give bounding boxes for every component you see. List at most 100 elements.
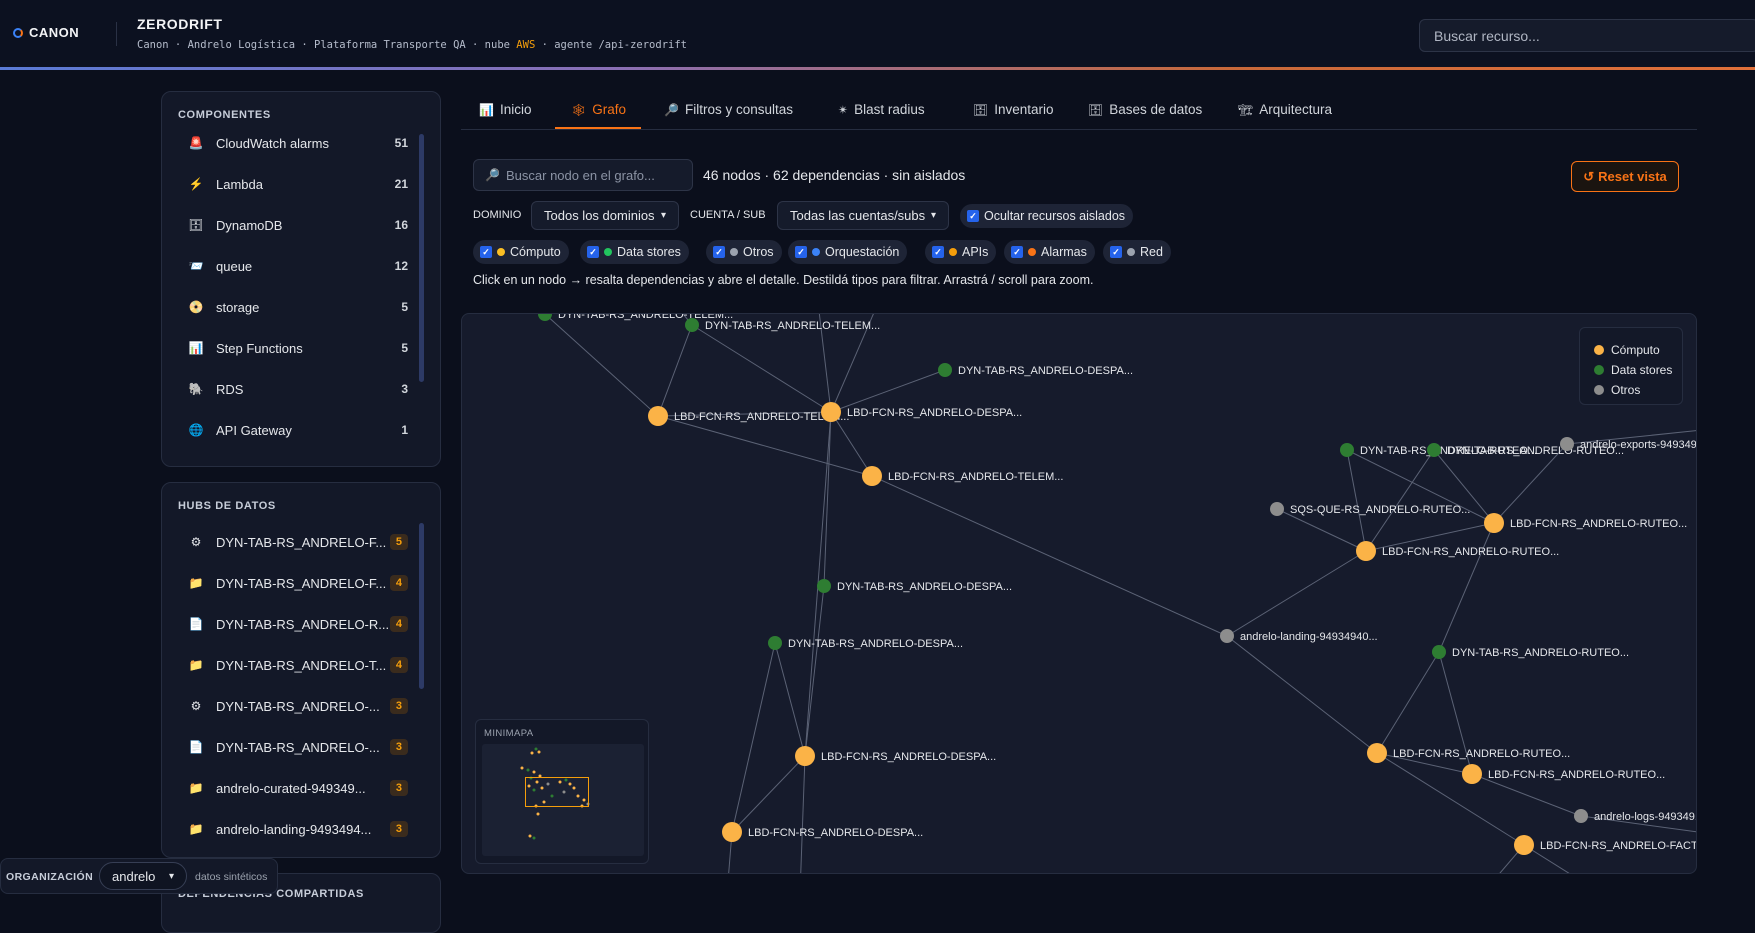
- graph-node[interactable]: LBD-FCN-RS_ANDRELO-FACTU...: [1514, 835, 1697, 855]
- hub-item[interactable]: 📁 DYN-TAB-RS_ANDRELO-T... 4: [188, 655, 408, 675]
- checkbox-checked-icon[interactable]: ✓: [587, 246, 599, 258]
- minimap-node: [526, 768, 530, 772]
- component-item[interactable]: 🐘 RDS 3: [188, 379, 408, 399]
- graph-node-circle[interactable]: [817, 579, 831, 593]
- checkbox-checked-icon[interactable]: ✓: [713, 246, 725, 258]
- graph-node-circle[interactable]: [722, 822, 742, 842]
- component-item[interactable]: 📊 Step Functions 5: [188, 338, 408, 358]
- graph-node[interactable]: DYN-TAB-RS_ANDRELO-DESPA...: [768, 636, 963, 650]
- type-filter-otros[interactable]: ✓ Otros: [706, 240, 782, 264]
- component-item[interactable]: 🚨 CloudWatch alarms 51: [188, 133, 408, 153]
- account-select[interactable]: Todas las cuentas/subs ▾: [777, 201, 949, 230]
- graph-node-circle[interactable]: [1432, 645, 1446, 659]
- graph-node-circle[interactable]: [938, 363, 952, 377]
- graph-node-circle[interactable]: [685, 318, 699, 332]
- graph-node[interactable]: andrelo-logs-949349...: [1574, 809, 1697, 823]
- type-filter-data-stores[interactable]: ✓ Data stores: [580, 240, 689, 264]
- graph-node[interactable]: DYN-TAB-RS_ANDRELO-TELEM...: [538, 314, 733, 321]
- graph-node[interactable]: andrelo-landing-94934940...: [1220, 629, 1378, 643]
- graph-node[interactable]: LBD-FCN-RS_ANDRELO-RUTEO...: [1484, 513, 1687, 533]
- tab-icon: 🗄: [973, 102, 989, 117]
- type-filter-alarmas[interactable]: ✓ Alarmas: [1004, 240, 1095, 264]
- organization-select[interactable]: andrelo ▾: [99, 862, 187, 890]
- checkbox-checked-icon[interactable]: ✓: [967, 210, 979, 222]
- minimap-node: [520, 766, 524, 770]
- graph-node[interactable]: LBD-FCN-RS_ANDRELO-RUTEO...: [1356, 541, 1559, 561]
- graph-node-circle[interactable]: [1560, 437, 1574, 451]
- hubs-scrollbar[interactable]: [419, 523, 424, 689]
- brand[interactable]: CANON: [13, 25, 79, 40]
- hub-item[interactable]: ⚙ DYN-TAB-RS_ANDRELO-... 3: [188, 696, 408, 716]
- reset-view-button[interactable]: ↺ Reset vista: [1571, 161, 1679, 192]
- hub-item[interactable]: 📄 DYN-TAB-RS_ANDRELO-... 3: [188, 737, 408, 757]
- graph-node[interactable]: LBD-FCN-RS_ANDRELO-DESPA...: [722, 822, 923, 842]
- minimap-title: MINIMAPA: [484, 728, 534, 739]
- tab-blast-radius[interactable]: ✴ Blast radius: [838, 102, 925, 117]
- component-item[interactable]: ⚡ Lambda 21: [188, 174, 408, 194]
- tab-arquitectura[interactable]: 🏗 Arquitectura: [1238, 102, 1332, 117]
- hub-item[interactable]: 📁 andrelo-curated-949349... 3: [188, 778, 408, 798]
- graph-node-circle[interactable]: [648, 406, 668, 426]
- graph-node[interactable]: LBD-FCN-RS_ANDRELO-TELEM...: [648, 406, 849, 426]
- brand-name: CANON: [29, 25, 80, 40]
- tab-filtros-y-consultas[interactable]: 🔎 Filtros y consultas: [664, 102, 793, 117]
- domain-select[interactable]: Todos los dominios ▾: [531, 201, 679, 230]
- hub-label: DYN-TAB-RS_ANDRELO-R...: [216, 616, 390, 632]
- graph-node-circle[interactable]: [1340, 443, 1354, 457]
- hub-item[interactable]: 📁 andrelo-landing-9493494... 3: [188, 819, 408, 839]
- hub-item[interactable]: 📄 DYN-TAB-RS_ANDRELO-R... 4: [188, 614, 408, 634]
- component-item[interactable]: 📀 storage 5: [188, 297, 408, 317]
- graph-node[interactable]: andrelo-exports-949349...: [1560, 437, 1697, 451]
- type-filter-orquestación[interactable]: ✓ Orquestación: [788, 240, 908, 264]
- checkbox-checked-icon[interactable]: ✓: [932, 246, 944, 258]
- checkbox-checked-icon[interactable]: ✓: [795, 246, 807, 258]
- graph-node[interactable]: DYN-TAB-RS_ANDRELO-TELEM...: [685, 318, 880, 332]
- hide-isolated-toggle[interactable]: ✓ Ocultar recursos aislados: [960, 204, 1134, 228]
- graph-node-circle[interactable]: [862, 466, 882, 486]
- graph-node-circle[interactable]: [1270, 502, 1284, 516]
- hub-item[interactable]: ⚙ DYN-TAB-RS_ANDRELO-F... 5: [188, 532, 408, 552]
- graph-node[interactable]: LBD-FCN-RS_ANDRELO-DESPA...: [795, 746, 996, 766]
- hub-item[interactable]: 📁 DYN-TAB-RS_ANDRELO-F... 4: [188, 573, 408, 593]
- resource-search-input[interactable]: [1419, 19, 1755, 52]
- component-item[interactable]: 📨 queue 12: [188, 256, 408, 276]
- graph-node[interactable]: LBD-FCN-RS_ANDRELO-TELEM...: [862, 466, 1063, 486]
- minimap[interactable]: MINIMAPA: [475, 719, 649, 864]
- graph-node-circle[interactable]: [1367, 743, 1387, 763]
- graph-node-circle[interactable]: [538, 314, 552, 321]
- graph-node-circle[interactable]: [1514, 835, 1534, 855]
- tab-grafo[interactable]: 🕸 Grafo: [571, 102, 626, 117]
- checkbox-checked-icon[interactable]: ✓: [1011, 246, 1023, 258]
- graph-node-circle[interactable]: [1462, 764, 1482, 784]
- graph-node-circle[interactable]: [1484, 513, 1504, 533]
- dependency-graph[interactable]: DYN-TAB-RS_ANDRELO-TELEM... DYN-TAB-RS_AN…: [461, 313, 1697, 874]
- minimap-viewport[interactable]: [525, 777, 589, 807]
- graph-node-label: DYN-TAB-RS_ANDRELO-TELEM...: [705, 320, 880, 332]
- minimap-canvas[interactable]: [482, 744, 644, 856]
- node-search-input[interactable]: [473, 159, 693, 191]
- graph-node-circle[interactable]: [1356, 541, 1376, 561]
- checkbox-checked-icon[interactable]: ✓: [1110, 246, 1122, 258]
- type-filter-apis[interactable]: ✓ APIs: [925, 240, 997, 264]
- graph-node-circle[interactable]: [1220, 629, 1234, 643]
- graph-node[interactable]: LBD-FCN-RS_ANDRELO-RUTEO...: [1462, 764, 1665, 784]
- graph-node[interactable]: DYN-TAB-RS_ANDRELO-DESPA...: [938, 363, 1133, 377]
- graph-node-circle[interactable]: [795, 746, 815, 766]
- tab-bases-de-datos[interactable]: 🗄 Bases de datos: [1088, 102, 1202, 117]
- graph-node-circle[interactable]: [821, 402, 841, 422]
- graph-node-circle[interactable]: [1574, 809, 1588, 823]
- component-item[interactable]: 🗄 DynamoDB 16: [188, 215, 408, 235]
- graph-node[interactable]: DYN-TAB-RS_ANDRELO-RUTEO...: [1432, 645, 1629, 659]
- graph-node-circle[interactable]: [1427, 443, 1441, 457]
- graph-node-circle[interactable]: [768, 636, 782, 650]
- tab-inicio[interactable]: 📊 Inicio: [479, 102, 531, 117]
- type-filter-red[interactable]: ✓ Red: [1103, 240, 1171, 264]
- graph-node[interactable]: SQS-QUE-RS_ANDRELO-RUTEO...: [1270, 502, 1470, 516]
- components-scrollbar[interactable]: [419, 134, 424, 382]
- tab-inventario[interactable]: 🗄 Inventario: [973, 102, 1054, 117]
- type-filter-cómputo[interactable]: ✓ Cómputo: [473, 240, 569, 264]
- chevron-down-icon: ▾: [930, 210, 936, 221]
- graph-node[interactable]: DYN-TAB-RS_ANDRELO-DESPA...: [817, 579, 1012, 593]
- checkbox-checked-icon[interactable]: ✓: [480, 246, 492, 258]
- component-item[interactable]: 🌐 API Gateway 1: [188, 420, 408, 440]
